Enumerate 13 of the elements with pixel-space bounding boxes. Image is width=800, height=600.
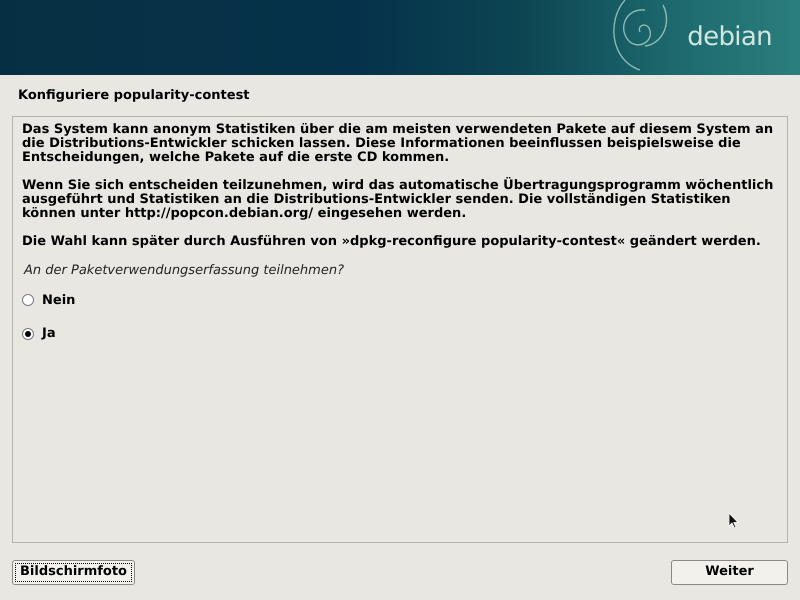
mouse-pointer-icon xyxy=(729,513,739,529)
radio-option[interactable]: Nein xyxy=(22,290,76,310)
question-text: An der Paketverwendungserfassung teilnehmen? xyxy=(24,264,345,278)
radio-button[interactable] xyxy=(22,328,34,340)
continue-button[interactable]: Weiter xyxy=(671,560,788,584)
description-paragraph: Die Wahl kann später durch Ausführen von »dpkg-reconfigure popularity-contest« geändert werden. xyxy=(22,234,762,248)
radio-button[interactable] xyxy=(22,294,34,306)
radio-option[interactable]: Ja xyxy=(22,324,56,344)
logo-text: debian xyxy=(687,21,772,54)
description-paragraph: Wenn Sie sich entscheiden teilzunehmen, wird das automatische Übertragungsprogramm wöchentlich ausgeführt und Statistiken an die Distributions-Entwickler senden. Die vollständigen Statistiken können unter http://popcon.debian.org/ eingesehen werden. xyxy=(22,178,774,220)
description-paragraph: Das System kann anonym Statistiken über die am meisten verwendeten Pakete auf diesem System an die Distributions-Entwickler schicken lassen. Diese Informationen beeinflussen beispielsweise die Entscheidungen, welche Pakete auf die erste CD kommen. xyxy=(22,122,774,164)
page-title: Konfiguriere popularity-contest xyxy=(18,87,251,105)
screenshot-button[interactable]: Bildschirmfoto xyxy=(12,560,135,584)
